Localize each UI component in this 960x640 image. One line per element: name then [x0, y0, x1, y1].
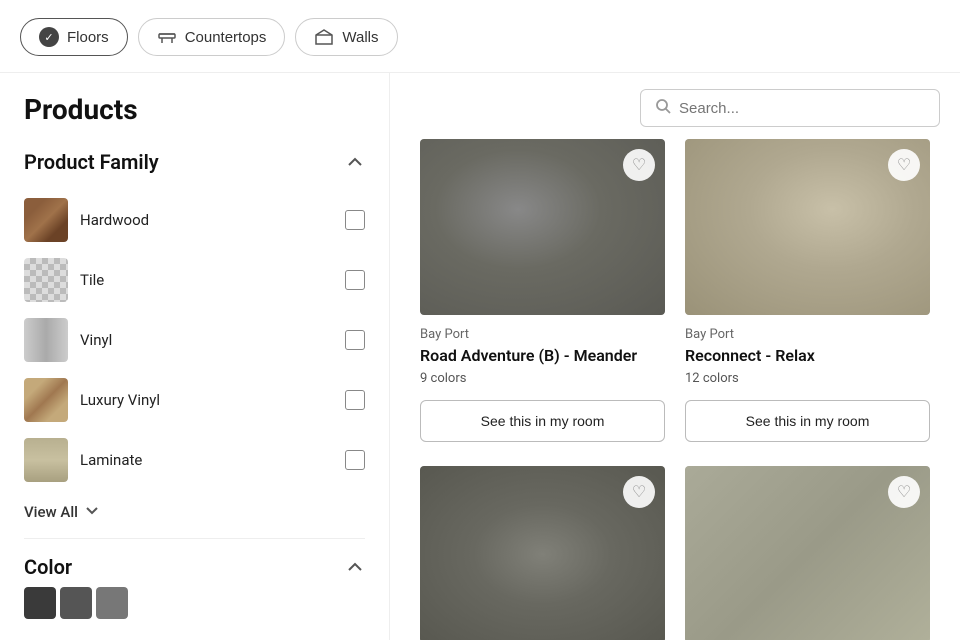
- product-family-header[interactable]: Product Family: [24, 150, 365, 174]
- color-chevron-up-icon: [345, 557, 365, 577]
- hardwood-label: Hardwood: [80, 211, 149, 229]
- luxury-vinyl-checkbox[interactable]: [345, 390, 365, 410]
- filter-item-laminate: Laminate: [24, 430, 365, 490]
- see-room-button-1[interactable]: See this in my room: [420, 400, 665, 442]
- tile-thumbnail: [24, 258, 68, 302]
- filter-item-tile-left: Tile: [24, 258, 104, 302]
- vinyl-thumbnail: [24, 318, 68, 362]
- tile-label: Tile: [80, 271, 104, 289]
- sidebar: Products Product Family Hardwood: [0, 73, 390, 640]
- product-image-4: ♡: [685, 466, 930, 640]
- product-card-1: ♡ Bay Port Road Adventure (B) - Meander …: [410, 139, 675, 466]
- product-family-section: Product Family Hardwood T: [24, 150, 365, 522]
- laminate-label: Laminate: [80, 451, 142, 469]
- hardwood-thumbnail: [24, 198, 68, 242]
- color-section: Color: [24, 555, 365, 619]
- tab-walls-label: Walls: [342, 29, 378, 46]
- laminate-checkbox[interactable]: [345, 450, 365, 470]
- tile-checkbox[interactable]: [345, 270, 365, 290]
- view-all-label: View All: [24, 503, 78, 521]
- product-image-1: ♡: [420, 139, 665, 315]
- countertops-icon: [157, 27, 177, 47]
- filter-item-vinyl: Vinyl: [24, 310, 365, 370]
- color-swatch-mid[interactable]: [60, 587, 92, 619]
- product-image-3: ♡: [420, 466, 665, 640]
- color-swatch-dark[interactable]: [24, 587, 56, 619]
- heart-button-2[interactable]: ♡: [888, 149, 920, 181]
- main-layout: Products Product Family Hardwood: [0, 73, 960, 640]
- page-title: Products: [24, 93, 365, 126]
- filter-item-laminate-left: Laminate: [24, 438, 142, 482]
- product-colors-1: 9 colors: [420, 371, 665, 386]
- product-card-3: ♡ Bay Port Adventure Trail - Explore 8 c…: [410, 466, 675, 640]
- filter-item-hardwood-left: Hardwood: [24, 198, 149, 242]
- product-card-4: ♡ Bay Port Natural Path - Wander 10 colo…: [675, 466, 940, 640]
- hardwood-checkbox[interactable]: [345, 210, 365, 230]
- luxury-vinyl-thumbnail: [24, 378, 68, 422]
- product-grid: ♡ Bay Port Road Adventure (B) - Meander …: [390, 139, 960, 640]
- search-bar-row: [390, 73, 960, 139]
- chevron-up-icon: [345, 152, 365, 172]
- chevron-down-icon: [84, 502, 100, 522]
- tab-floors[interactable]: ✓ Floors: [20, 18, 128, 56]
- search-input[interactable]: [679, 100, 925, 117]
- check-icon: ✓: [39, 27, 59, 47]
- filter-item-vinyl-left: Vinyl: [24, 318, 112, 362]
- walls-icon: [314, 27, 334, 47]
- filter-item-luxury-vinyl: Luxury Vinyl: [24, 370, 365, 430]
- product-image-2: ♡: [685, 139, 930, 315]
- see-room-button-2[interactable]: See this in my room: [685, 400, 930, 442]
- product-brand-2: Bay Port: [685, 327, 930, 342]
- color-title: Color: [24, 555, 72, 579]
- heart-button-3[interactable]: ♡: [623, 476, 655, 508]
- filter-item-luxury-vinyl-left: Luxury Vinyl: [24, 378, 160, 422]
- filter-item-hardwood: Hardwood: [24, 190, 365, 250]
- tab-floors-label: Floors: [67, 29, 109, 46]
- top-tabs: ✓ Floors Countertops Walls: [0, 0, 960, 73]
- product-area: ♡ Bay Port Road Adventure (B) - Meander …: [390, 73, 960, 640]
- filter-item-tile: Tile: [24, 250, 365, 310]
- product-family-title: Product Family: [24, 150, 159, 174]
- color-header[interactable]: Color: [24, 555, 365, 579]
- search-icon: [655, 98, 671, 118]
- product-brand-1: Bay Port: [420, 327, 665, 342]
- product-name-2: Reconnect - Relax: [685, 346, 930, 367]
- heart-button-4[interactable]: ♡: [888, 476, 920, 508]
- view-all-button[interactable]: View All: [24, 502, 365, 522]
- color-swatch-light[interactable]: [96, 587, 128, 619]
- luxury-vinyl-label: Luxury Vinyl: [80, 391, 160, 409]
- tab-countertops[interactable]: Countertops: [138, 18, 286, 56]
- product-colors-2: 12 colors: [685, 371, 930, 386]
- product-card-2: ♡ Bay Port Reconnect - Relax 12 colors S…: [675, 139, 940, 466]
- tab-walls[interactable]: Walls: [295, 18, 397, 56]
- heart-button-1[interactable]: ♡: [623, 149, 655, 181]
- laminate-thumbnail: [24, 438, 68, 482]
- tab-countertops-label: Countertops: [185, 29, 267, 46]
- search-bar: [640, 89, 940, 127]
- vinyl-label: Vinyl: [80, 331, 112, 349]
- filter-divider: [24, 538, 365, 539]
- color-swatches: [24, 587, 365, 619]
- vinyl-checkbox[interactable]: [345, 330, 365, 350]
- product-name-1: Road Adventure (B) - Meander: [420, 346, 665, 367]
